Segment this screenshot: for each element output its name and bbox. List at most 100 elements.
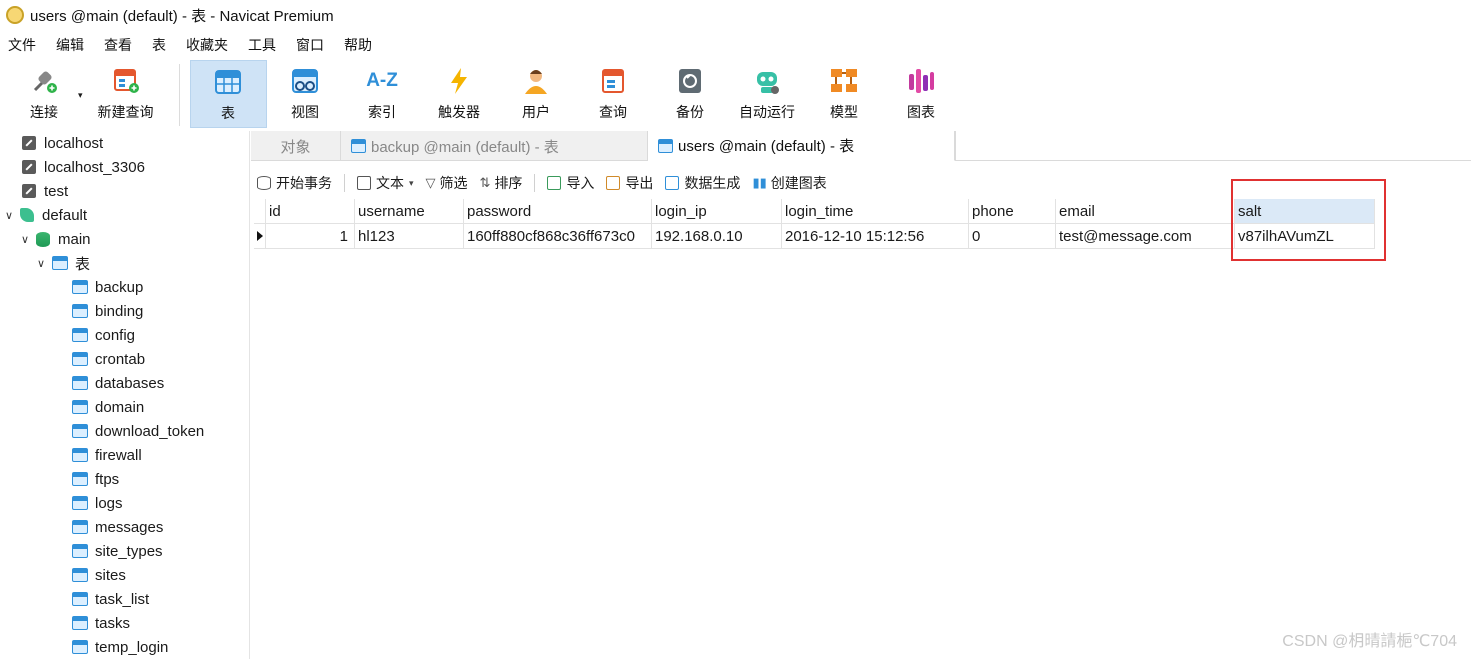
chevron-down-icon[interactable]: ∨: [18, 233, 32, 246]
table-item[interactable]: binding: [0, 299, 249, 323]
chevron-down-icon[interactable]: ∨: [2, 209, 16, 222]
table-item[interactable]: task_list: [0, 587, 249, 611]
tab-bar-filler: [955, 131, 1471, 160]
tab-objects[interactable]: 对象: [251, 131, 341, 161]
connection-localhost[interactable]: localhost: [0, 131, 249, 155]
connection-test[interactable]: test: [0, 179, 249, 203]
connection-default[interactable]: ∨ default: [0, 203, 249, 227]
tables-group[interactable]: ∨ 表: [0, 251, 249, 275]
connection-localhost-3306[interactable]: localhost_3306: [0, 155, 249, 179]
table-item-label: backup: [95, 278, 144, 296]
trigger-label: 触发器: [438, 104, 481, 120]
table-item[interactable]: download_token: [0, 419, 249, 443]
menu-tools[interactable]: 工具: [240, 35, 288, 55]
sort-button[interactable]: ⇅ 排序: [474, 173, 529, 193]
view-button[interactable]: 视图: [267, 60, 344, 128]
cell-email[interactable]: test@message.com: [1056, 224, 1235, 249]
auto-run-button[interactable]: 自动运行: [729, 60, 806, 128]
column-header-username[interactable]: username: [355, 199, 464, 224]
row-selector[interactable]: [254, 224, 266, 249]
user-button[interactable]: 用户: [498, 60, 575, 128]
table-item[interactable]: domain: [0, 395, 249, 419]
chevron-down-icon[interactable]: ∨: [34, 257, 48, 270]
lightning-icon: [451, 68, 468, 94]
table-item[interactable]: config: [0, 323, 249, 347]
cell-id[interactable]: 1: [266, 224, 355, 249]
table-item-label: temp_login: [95, 638, 169, 656]
cell-phone[interactable]: 0: [969, 224, 1056, 249]
table-item-label: tasks: [95, 614, 131, 632]
index-button[interactable]: A-Z 索引: [344, 60, 421, 128]
table-item-label: sites: [95, 566, 126, 584]
menu-window[interactable]: 窗口: [288, 35, 336, 55]
table-item[interactable]: databases: [0, 371, 249, 395]
table-item[interactable]: sites: [0, 563, 249, 587]
cell-login-ip[interactable]: 192.168.0.10: [652, 224, 782, 249]
column-header-login-ip[interactable]: login_ip: [652, 199, 782, 224]
table-item[interactable]: firewall: [0, 443, 249, 467]
export-label: 导出: [625, 175, 654, 191]
cell-login-time[interactable]: 2016-12-10 15:12:56: [782, 224, 969, 249]
connect-button[interactable]: 连接: [14, 60, 74, 128]
column-header-password[interactable]: password: [464, 199, 652, 224]
backup-button[interactable]: 备份: [652, 60, 729, 128]
row-header-corner: [254, 199, 266, 224]
table-item[interactable]: backup: [0, 275, 249, 299]
table-item[interactable]: crontab: [0, 347, 249, 371]
connection-icon: [22, 136, 36, 150]
table-item[interactable]: ftps: [0, 467, 249, 491]
table-icon: [72, 568, 88, 582]
tab-label: 对象: [280, 138, 311, 156]
table-item[interactable]: messages: [0, 515, 249, 539]
filter-button[interactable]: ▽ 筛选: [420, 173, 474, 193]
query-button[interactable]: 查询: [575, 60, 652, 128]
text-button[interactable]: 文本 ▾: [351, 173, 420, 193]
cell-salt[interactable]: v87ilhAVumZL: [1235, 224, 1375, 249]
database-main[interactable]: ∨ main: [0, 227, 249, 251]
export-button[interactable]: 导出: [600, 173, 659, 193]
backup-label: 备份: [676, 104, 705, 120]
trigger-button[interactable]: 触发器: [421, 60, 498, 128]
column-header-login-time[interactable]: login_time: [782, 199, 969, 224]
table-icon: [72, 592, 88, 606]
column-header-email[interactable]: email: [1056, 199, 1235, 224]
column-header-id[interactable]: id: [266, 199, 355, 224]
create-chart-button[interactable]: ▮▮ 创建图表: [746, 173, 832, 193]
cell-password[interactable]: 160ff880cf868c36ff673c0: [464, 224, 652, 249]
chart-button[interactable]: 图表: [883, 60, 960, 128]
table-item-label: config: [95, 326, 136, 344]
robot-icon: [757, 72, 780, 94]
table-item[interactable]: logs: [0, 491, 249, 515]
column-header-phone[interactable]: phone: [969, 199, 1056, 224]
table-item[interactable]: tasks: [0, 611, 249, 635]
model-button[interactable]: 模型: [806, 60, 883, 128]
tables-group-label: 表: [75, 255, 91, 273]
column-header-salt[interactable]: salt: [1235, 199, 1375, 224]
window-title: users @main (default) - 表 - Navicat Prem…: [30, 7, 334, 25]
menu-favorites[interactable]: 收藏夹: [178, 35, 240, 55]
table-row[interactable]: 1 hl123 160ff880cf868c36ff673c0 192.168.…: [254, 224, 1375, 249]
menu-help[interactable]: 帮助: [336, 35, 384, 55]
table-icon: [215, 70, 242, 94]
begin-transaction-button[interactable]: 开始事务: [251, 173, 338, 193]
tab-users-table[interactable]: users @main (default) - 表: [648, 131, 955, 161]
import-button[interactable]: 导入: [541, 173, 600, 193]
table-item-label: databases: [95, 374, 165, 392]
text-document-icon: [357, 176, 371, 190]
table-item[interactable]: temp_login: [0, 635, 249, 659]
user-label: 用户: [522, 104, 551, 120]
table-item[interactable]: site_types: [0, 539, 249, 563]
menu-edit[interactable]: 编辑: [48, 35, 96, 55]
menu-file[interactable]: 文件: [0, 35, 48, 55]
table-icon: [72, 304, 88, 318]
data-generate-button[interactable]: 数据生成: [659, 173, 746, 193]
tab-backup-table[interactable]: backup @main (default) - 表: [341, 131, 648, 161]
new-query-button[interactable]: 新建查询: [83, 60, 169, 128]
table-item-label: logs: [95, 494, 123, 512]
menu-table[interactable]: 表: [144, 35, 178, 55]
data-generate-icon: [665, 176, 680, 190]
table-item-label: site_types: [95, 542, 163, 560]
menu-view[interactable]: 查看: [96, 35, 144, 55]
cell-username[interactable]: hl123: [355, 224, 464, 249]
table-button[interactable]: 表: [189, 60, 267, 128]
